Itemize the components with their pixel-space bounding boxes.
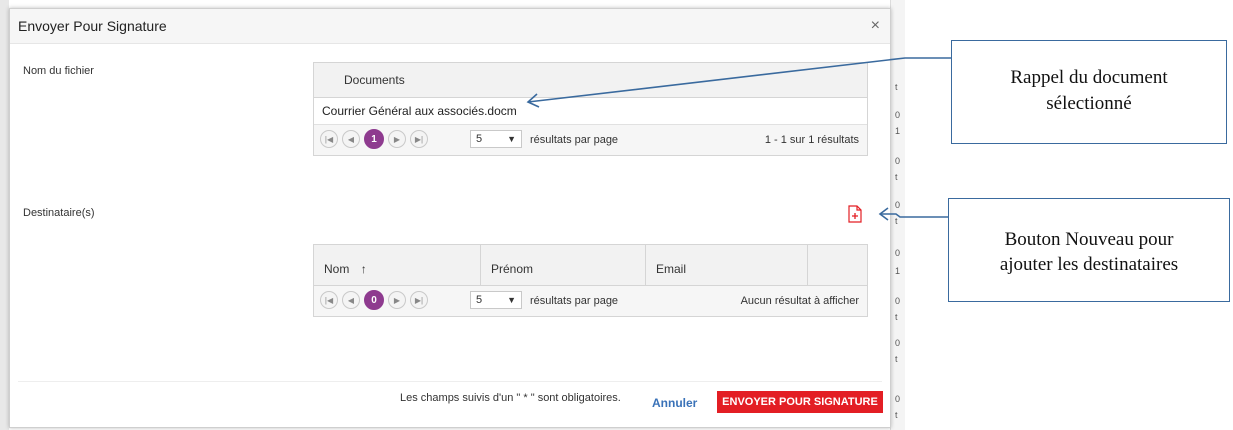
- arrow-to-document: [527, 57, 951, 103]
- arrow-to-add-button: [880, 213, 948, 218]
- annotation-arrows: [526, 57, 951, 221]
